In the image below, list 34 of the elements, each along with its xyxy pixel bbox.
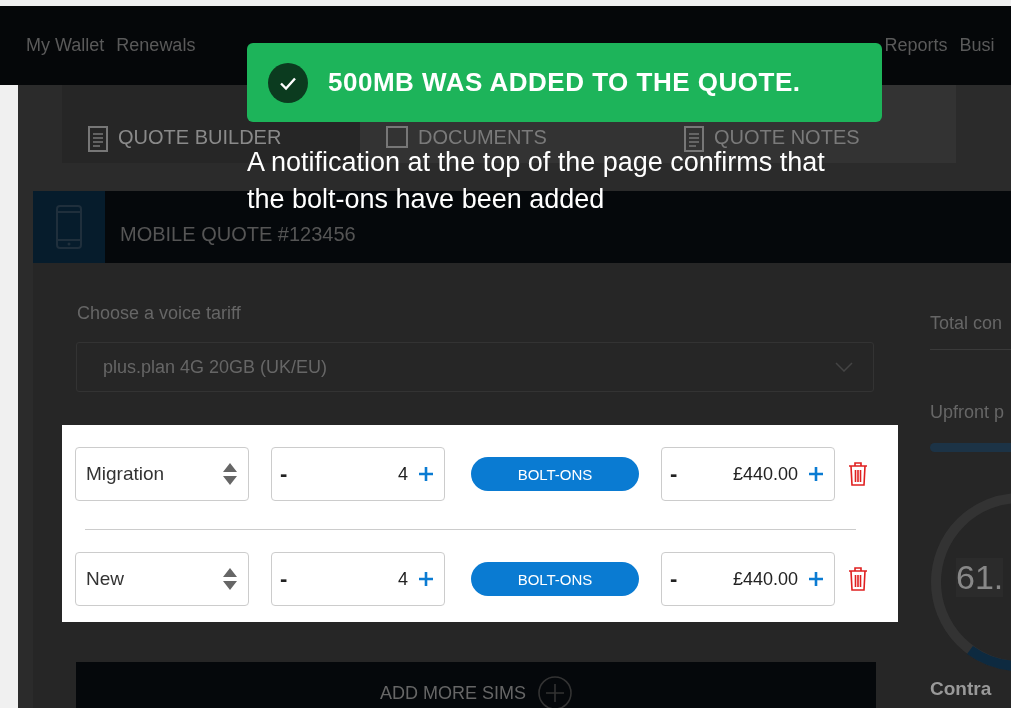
nav-link[interactable]: My Wallet (26, 35, 105, 56)
type-select[interactable]: New (75, 552, 249, 606)
total-label: Total con (930, 313, 1004, 334)
up-down-icon (222, 462, 238, 486)
plus-icon[interactable] (418, 466, 434, 482)
quantity-stepper[interactable]: - 4 (271, 552, 445, 606)
nav-link[interactable]: Reports (884, 35, 948, 56)
square-icon (386, 126, 408, 148)
plus-icon[interactable] (808, 466, 824, 482)
donut-value: 61. (956, 558, 1004, 597)
quote-title: MOBILE QUOTE #123456 (120, 224, 356, 244)
up-down-icon (222, 567, 238, 591)
plus-icon[interactable] (808, 571, 824, 587)
nav-link[interactable]: Renewals (116, 35, 196, 56)
mobile-phone-icon (56, 205, 82, 249)
clipboard-icon (88, 126, 108, 152)
contract-label: Contra (930, 678, 993, 700)
bolt-ons-button[interactable]: BOLT-ONS (471, 457, 639, 491)
quantity-stepper[interactable]: - 4 (271, 447, 445, 501)
tariff-label: Choose a voice tariff (77, 303, 242, 324)
trash-icon[interactable] (848, 567, 868, 591)
check-circle-icon (268, 62, 308, 103)
price-stepper[interactable]: - £440.00 (661, 552, 835, 606)
document-icon (684, 126, 704, 152)
bolt-ons-button[interactable]: BOLT-ONS (471, 562, 639, 596)
price-stepper[interactable]: - £440.00 (661, 447, 835, 501)
upfront-label: Upfront p (930, 402, 1006, 423)
plus-icon[interactable] (418, 571, 434, 587)
tariff-dropdown[interactable]: plus.plan 4G 20GB (UK/EU) (76, 342, 874, 392)
add-more-sims-button[interactable]: ADD MORE SIMS (76, 662, 876, 708)
chevron-down-icon (835, 362, 853, 372)
trash-icon[interactable] (848, 462, 868, 486)
nav-link[interactable]: Busi (959, 35, 995, 56)
type-select[interactable]: Migration (75, 447, 249, 501)
